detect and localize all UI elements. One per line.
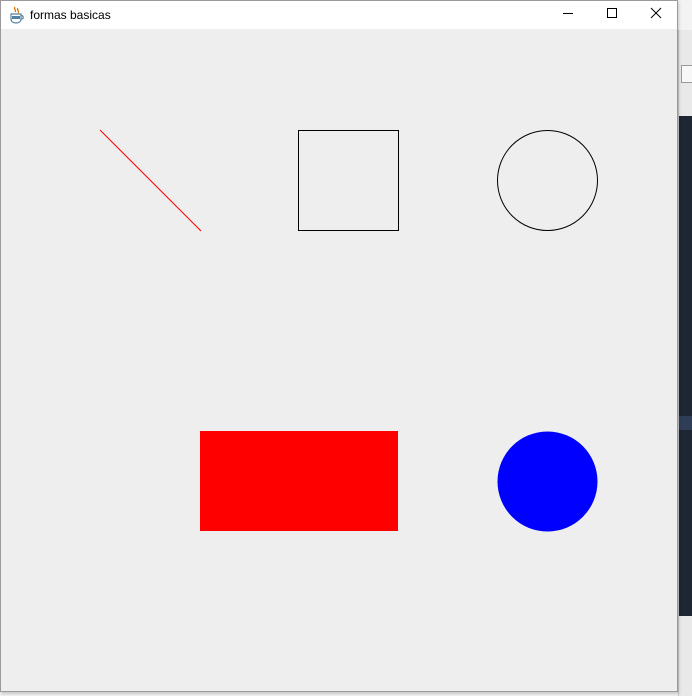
maximize-icon (606, 6, 618, 24)
background-highlight-row (679, 416, 692, 430)
background-dark-panel (679, 116, 692, 616)
app-window: formas basicas (0, 0, 678, 692)
close-button[interactable] (633, 1, 679, 29)
java-cup-icon[interactable] (9, 6, 25, 24)
red-filled-rectangle (200, 431, 398, 531)
red-diagonal-line (99, 129, 202, 232)
minimize-button[interactable] (545, 1, 591, 29)
black-outline-circle (497, 130, 598, 231)
background-application-edge (678, 30, 692, 696)
minimize-icon (562, 6, 574, 24)
maximize-button[interactable] (589, 1, 635, 29)
blue-filled-circle (497, 431, 598, 532)
close-icon (650, 6, 662, 24)
window-title: formas basicas (30, 8, 111, 22)
background-toolbar-fragment (681, 65, 692, 83)
drawing-canvas (1, 29, 677, 691)
black-outline-square (298, 130, 399, 231)
title-bar[interactable]: formas basicas (1, 1, 677, 29)
